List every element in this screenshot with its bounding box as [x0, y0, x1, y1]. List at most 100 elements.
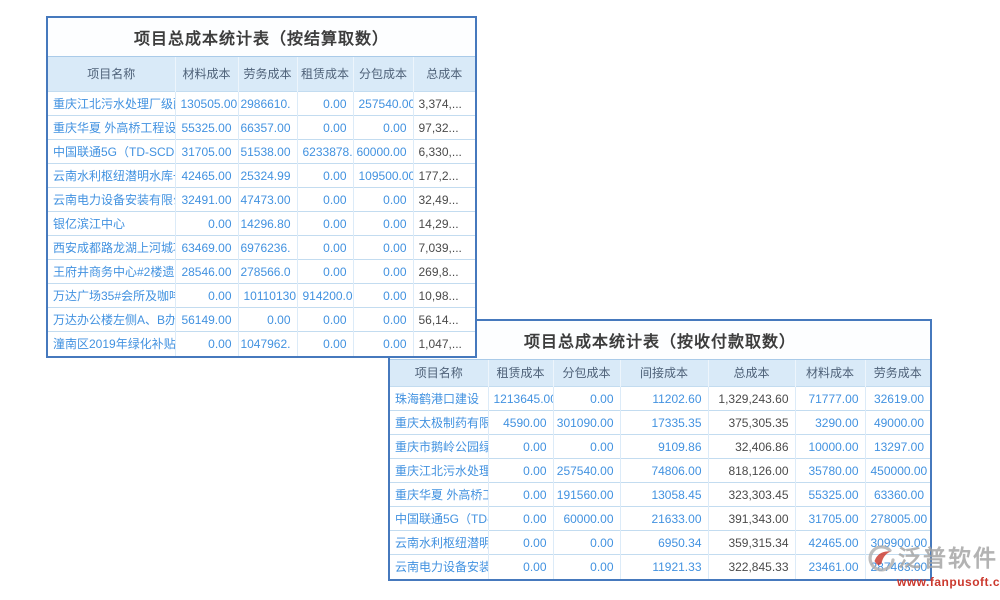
value-cell: 278566.0: [238, 260, 297, 284]
table-row: 云南水利枢纽潜明水库一42465.0025324.990.00109500.00…: [48, 164, 475, 188]
value-cell: 0.00: [297, 332, 353, 356]
project-name-cell: 重庆华夏 外高桥工程: [390, 483, 488, 507]
value-cell: 0.00: [297, 212, 353, 236]
value-cell: 56149.00: [175, 308, 238, 332]
table-row: 云南电力设备安装有限0.000.0011921.33322,845.332346…: [390, 555, 930, 579]
value-cell: 257540.00: [353, 92, 413, 116]
value-cell: 0.00: [297, 260, 353, 284]
value-cell: 13058.45: [620, 483, 708, 507]
value-cell: 0.00: [553, 531, 620, 555]
value-cell: 0.00: [553, 435, 620, 459]
value-cell: 0.00: [175, 332, 238, 356]
project-name-cell: 潼南区2019年绿化补贴: [48, 332, 175, 356]
value-cell: 6233878.0: [297, 140, 353, 164]
table-row: 重庆华夏 外高桥工程0.00191560.0013058.45323,303.4…: [390, 483, 930, 507]
project-name-cell: 重庆江北污水处理厂级配: [48, 92, 175, 116]
value-cell: 11921.33: [620, 555, 708, 579]
table-row: 中国联通5G（TD-SC0.0060000.0021633.00391,343.…: [390, 507, 930, 531]
column-header: 材料成本: [795, 360, 865, 387]
value-cell: 0.00: [238, 308, 297, 332]
value-cell: 177,2...: [413, 164, 475, 188]
value-cell: 0.00: [488, 435, 553, 459]
project-name-cell: 云南水利枢纽潜明水库: [390, 531, 488, 555]
table-row: 万达办公楼左侧A、B办公56149.000.000.000.0056,14...: [48, 308, 475, 332]
report-table-payment: 项目总成本统计表（按收付款取数） 项目名称租赁成本分包成本间接成本总成本材料成本…: [388, 319, 932, 581]
value-cell: 0.00: [353, 260, 413, 284]
value-cell: 6976236.: [238, 236, 297, 260]
value-cell: 0.00: [553, 555, 620, 579]
value-cell: 60000.00: [553, 507, 620, 531]
value-cell: 60000.00: [353, 140, 413, 164]
table-row: 西安成都路龙湖上河城项63469.006976236.0.000.007,039…: [48, 236, 475, 260]
value-cell: 32,49...: [413, 188, 475, 212]
value-cell: 0.00: [297, 164, 353, 188]
value-cell: 6950.34: [620, 531, 708, 555]
value-cell: 450000.00: [865, 459, 930, 483]
value-cell: 13297.00: [865, 435, 930, 459]
value-cell: 11202.60: [620, 387, 708, 411]
table-row: 潼南区2019年绿化补贴0.001047962.0.000.001,047,..…: [48, 332, 475, 356]
value-cell: 0.00: [297, 116, 353, 140]
table-row: 云南水利枢纽潜明水库0.000.006950.34359,315.3442465…: [390, 531, 930, 555]
value-cell: 32491.00: [175, 188, 238, 212]
table-row: 重庆江北污水处理厂级0.00257540.0074806.00818,126.0…: [390, 459, 930, 483]
value-cell: 0.00: [488, 483, 553, 507]
project-name-cell: 重庆华夏 外高桥工程设: [48, 116, 175, 140]
project-name-cell: 珠海鹤港口建设: [390, 387, 488, 411]
value-cell: 0.00: [488, 555, 553, 579]
value-cell: 10110130: [238, 284, 297, 308]
value-cell: 191560.00: [553, 483, 620, 507]
watermark-url-text: www.fanpusoft.com: [897, 575, 1000, 589]
project-name-cell: 重庆市鹅岭公园绿化工: [390, 435, 488, 459]
value-cell: 51538.00: [238, 140, 297, 164]
value-cell: 2986610.: [238, 92, 297, 116]
value-cell: 0.00: [175, 284, 238, 308]
value-cell: 0.00: [488, 531, 553, 555]
value-cell: 0.00: [353, 236, 413, 260]
fanpu-logo-icon: [866, 544, 896, 574]
table-row: 重庆市鹅岭公园绿化工0.000.009109.8632,406.8610000.…: [390, 435, 930, 459]
column-header: 劳务成本: [865, 360, 930, 387]
project-name-cell: 中国联通5G（TD-SCDM: [48, 140, 175, 164]
table-row: 重庆江北污水处理厂级配130505.002986610.0.00257540.0…: [48, 92, 475, 116]
column-header: 项目名称: [390, 360, 488, 387]
value-cell: 359,315.34: [708, 531, 795, 555]
value-cell: 55325.00: [795, 483, 865, 507]
column-header: 劳务成本: [238, 57, 297, 92]
table-row: 中国联通5G（TD-SCDM31705.0051538.006233878.06…: [48, 140, 475, 164]
report-table-settlement: 项目总成本统计表（按结算取数） 项目名称材料成本劳务成本租赁成本分包成本总成本重…: [46, 16, 477, 358]
value-cell: 130505.00: [175, 92, 238, 116]
value-cell: 0.00: [553, 387, 620, 411]
table-row: 重庆太极制药有限公司4590.00301090.0017335.35375,30…: [390, 411, 930, 435]
value-cell: 17335.35: [620, 411, 708, 435]
value-cell: 1047962.: [238, 332, 297, 356]
value-cell: 71777.00: [795, 387, 865, 411]
table-row: 重庆华夏 外高桥工程设55325.0066357.000.000.0097,32…: [48, 116, 475, 140]
value-cell: 10,98...: [413, 284, 475, 308]
cost-table-settlement: 项目名称材料成本劳务成本租赁成本分包成本总成本重庆江北污水处理厂级配130505…: [48, 56, 475, 356]
table-row: 万达广场35#会所及咖啡0.0010110130914200.000.0010,…: [48, 284, 475, 308]
value-cell: 0.00: [353, 116, 413, 140]
value-cell: 278005.00: [865, 507, 930, 531]
value-cell: 322,845.33: [708, 555, 795, 579]
value-cell: 9109.86: [620, 435, 708, 459]
value-cell: 42465.00: [175, 164, 238, 188]
project-name-cell: 银亿滨江中心: [48, 212, 175, 236]
value-cell: 56,14...: [413, 308, 475, 332]
value-cell: 0.00: [297, 236, 353, 260]
watermark-brand-text: 泛普软件: [898, 546, 998, 571]
value-cell: 109500.00: [353, 164, 413, 188]
value-cell: 4590.00: [488, 411, 553, 435]
project-name-cell: 云南水利枢纽潜明水库一: [48, 164, 175, 188]
project-name-cell: 重庆太极制药有限公司: [390, 411, 488, 435]
value-cell: 31705.00: [175, 140, 238, 164]
value-cell: 97,32...: [413, 116, 475, 140]
value-cell: 74806.00: [620, 459, 708, 483]
column-header: 总成本: [708, 360, 795, 387]
project-name-cell: 中国联通5G（TD-SC: [390, 507, 488, 531]
value-cell: 10000.00: [795, 435, 865, 459]
value-cell: 1,329,243.60: [708, 387, 795, 411]
value-cell: 21633.00: [620, 507, 708, 531]
value-cell: 1213645.00: [488, 387, 553, 411]
value-cell: 66357.00: [238, 116, 297, 140]
